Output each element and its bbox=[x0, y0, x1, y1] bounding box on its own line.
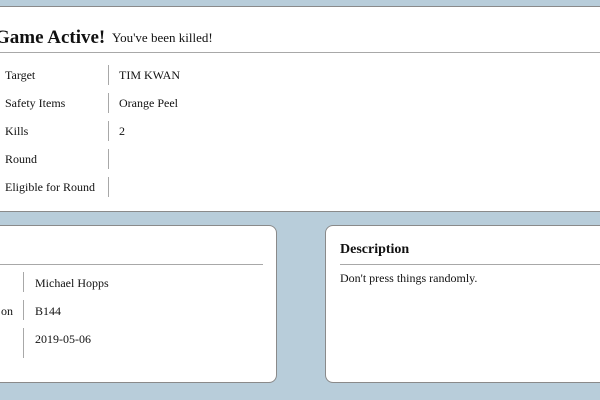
description-title: Description bbox=[340, 242, 410, 257]
eligible-label: Eligible for Round bbox=[5, 180, 95, 194]
row-divider bbox=[23, 272, 24, 292]
target-value: TIM KWAN bbox=[119, 68, 180, 82]
description-card: Description Don't press things randomly. bbox=[325, 225, 600, 383]
game-status-card: Game Active! You've been killed! Target … bbox=[0, 6, 600, 212]
info-row-value: 2019-05-06 bbox=[35, 332, 91, 346]
info-row-value: Michael Hopps bbox=[35, 276, 109, 290]
info-card: Michael Hopps on B144 2019-05-06 bbox=[0, 225, 277, 383]
info-row-value: B144 bbox=[35, 304, 62, 318]
row-divider bbox=[108, 65, 109, 85]
description-text: Don't press things randomly. bbox=[340, 271, 478, 285]
page: Game Active! You've been killed! Target … bbox=[0, 0, 600, 400]
target-label: Target bbox=[5, 68, 36, 82]
kills-label: Kills bbox=[5, 124, 29, 138]
row-divider bbox=[23, 328, 24, 358]
row-divider bbox=[108, 177, 109, 197]
info-row-label: on bbox=[1, 304, 13, 318]
row-divider bbox=[108, 121, 109, 141]
game-title: Game Active! bbox=[0, 27, 106, 48]
row-divider bbox=[108, 93, 109, 113]
game-status-message: You've been killed! bbox=[112, 30, 213, 45]
kills-value: 2 bbox=[119, 124, 125, 138]
info-card-header-line bbox=[0, 264, 263, 265]
round-label: Round bbox=[5, 152, 38, 166]
row-divider bbox=[108, 149, 109, 169]
row-divider bbox=[23, 300, 24, 320]
game-header: Game Active! You've been killed! bbox=[0, 7, 600, 53]
safety-items-label: Safety Items bbox=[5, 96, 66, 110]
description-divider bbox=[340, 264, 600, 265]
safety-items-value: Orange Peel bbox=[119, 96, 178, 110]
